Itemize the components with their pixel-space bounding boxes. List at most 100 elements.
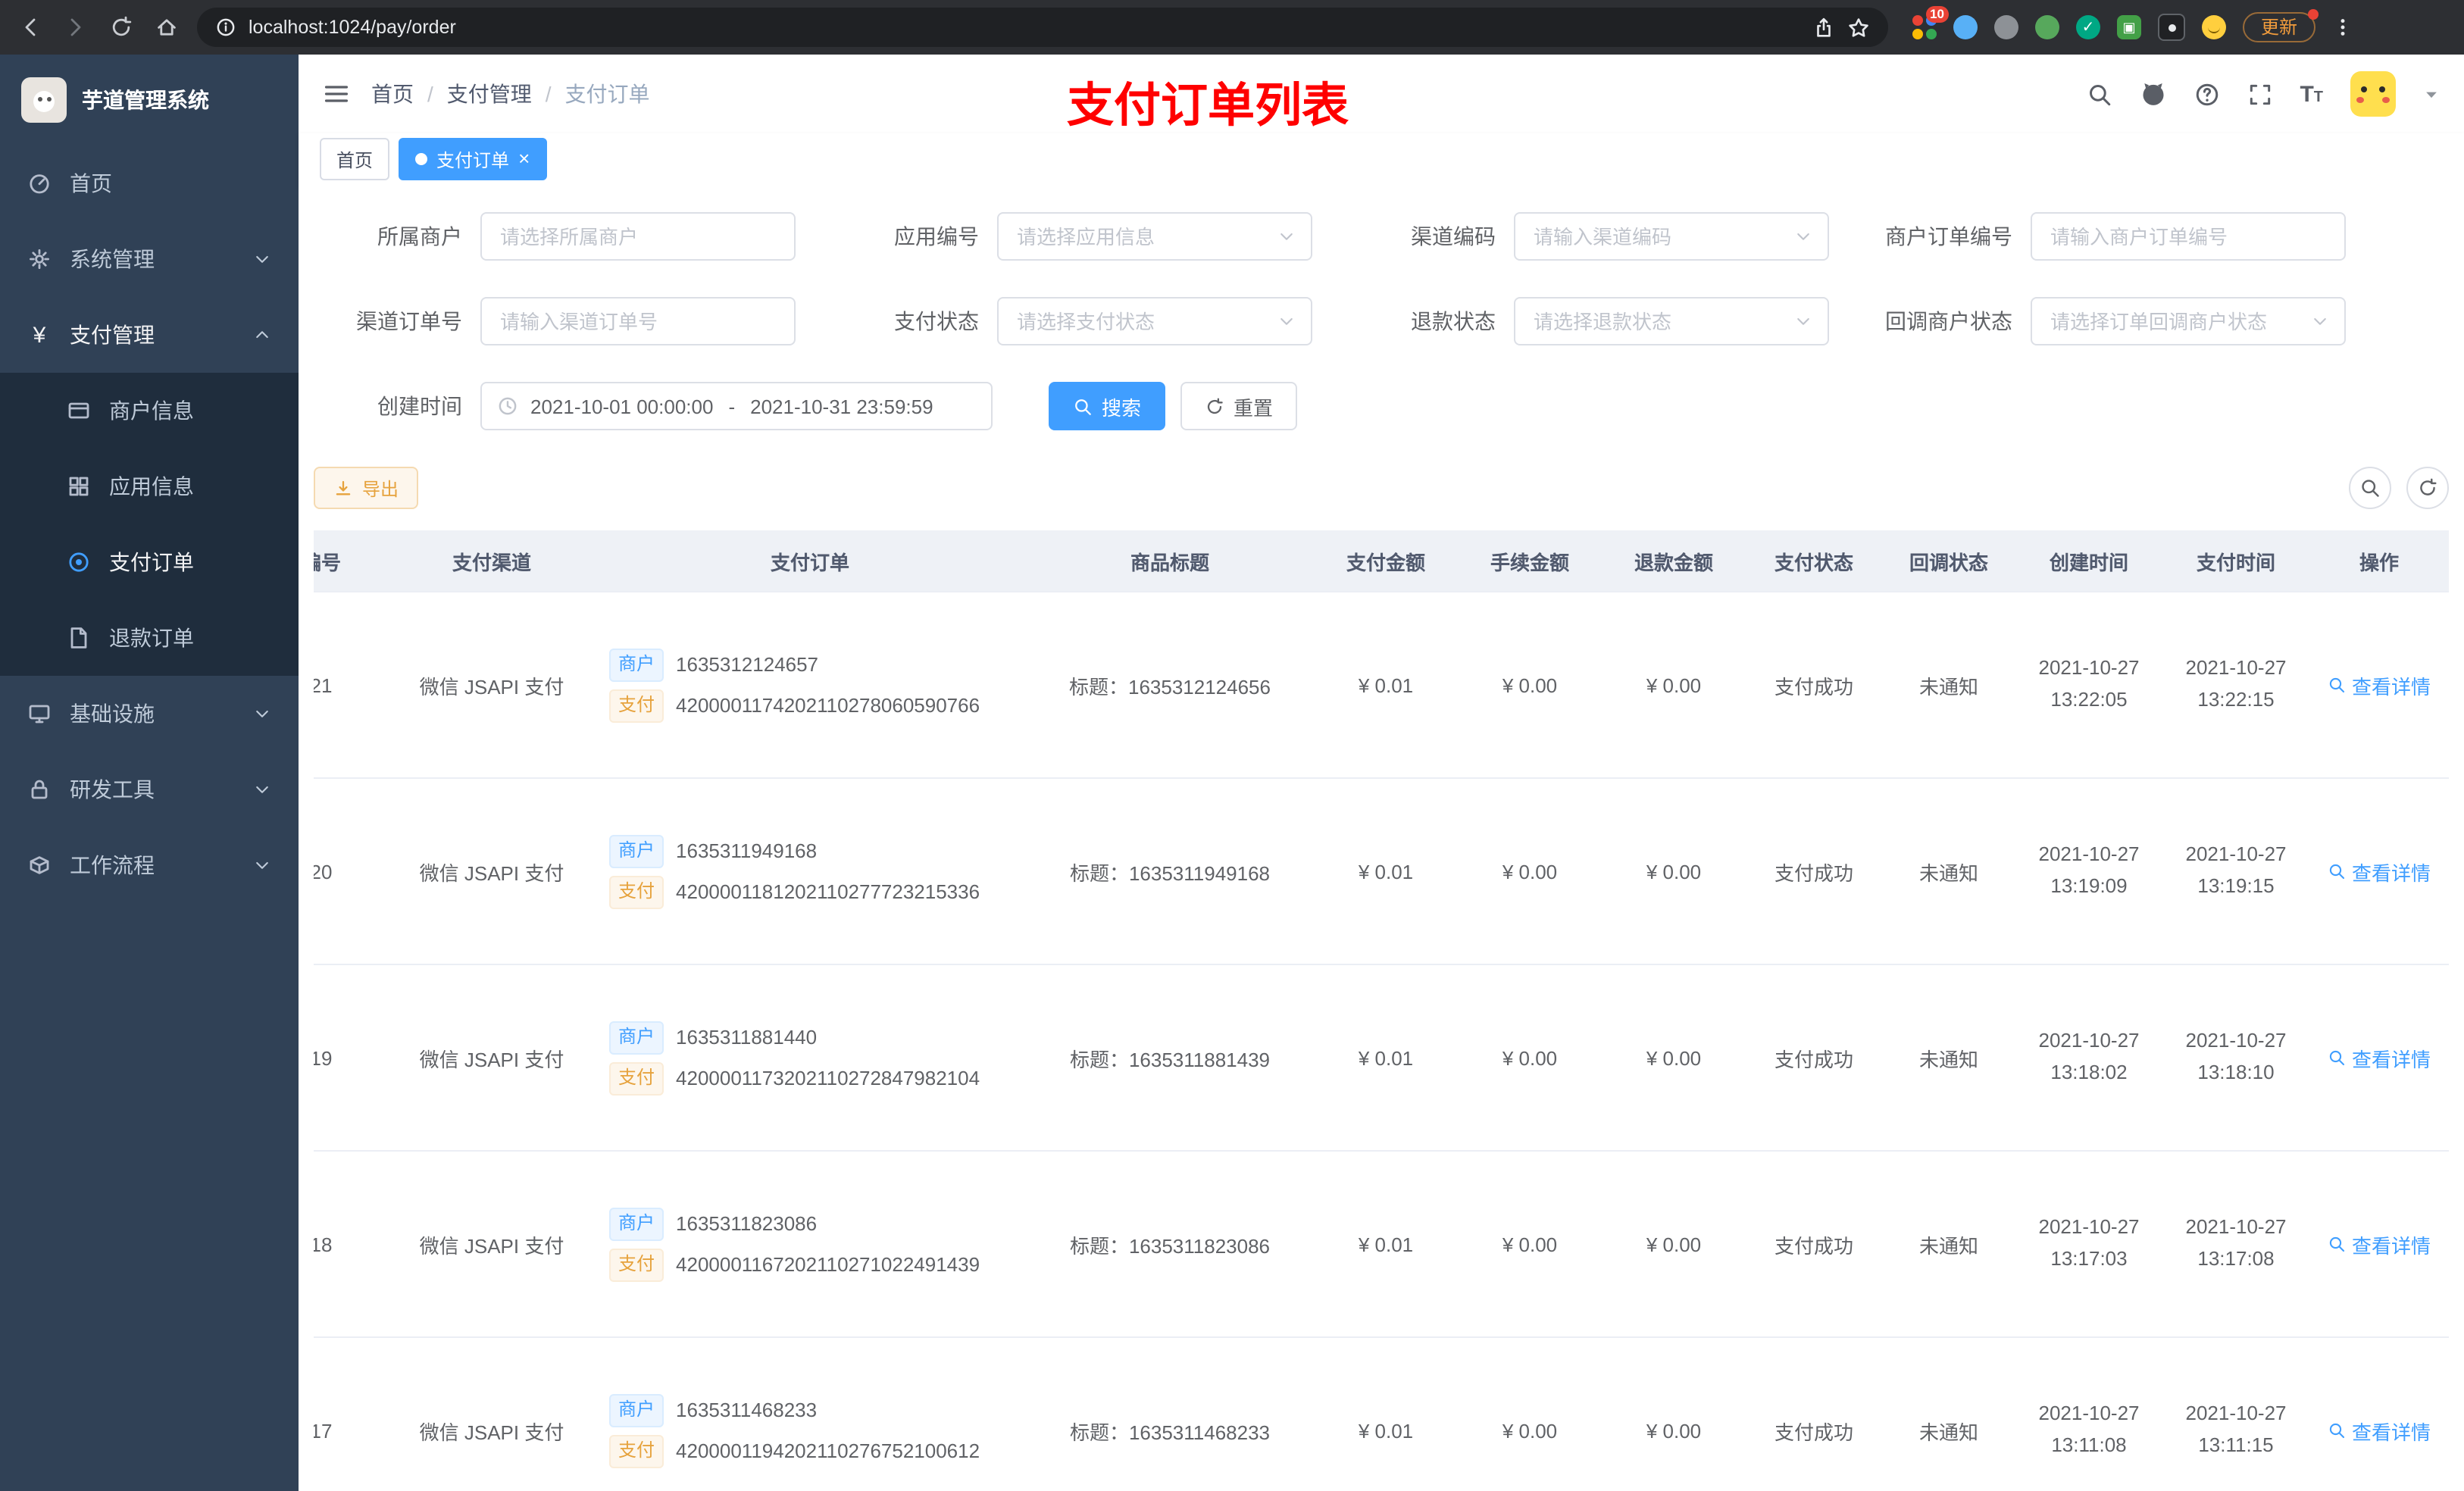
- sidebar-item-merchant-info[interactable]: 商户信息: [0, 373, 299, 449]
- hamburger-icon[interactable]: [323, 80, 350, 108]
- forward-icon[interactable]: [64, 15, 88, 39]
- gray-extension-icon[interactable]: [1994, 15, 2018, 39]
- drop-extension-icon[interactable]: [1953, 15, 1978, 39]
- sidebar-item-app-info[interactable]: 应用信息: [0, 449, 299, 524]
- home-icon[interactable]: [155, 15, 179, 39]
- bookmark-star-icon[interactable]: [1847, 16, 1870, 39]
- refresh-table-button[interactable]: [2406, 467, 2449, 509]
- reload-icon[interactable]: [109, 15, 133, 39]
- tab-pay-order[interactable]: 支付订单: [399, 138, 547, 180]
- channel-code-input[interactable]: [1531, 223, 1785, 249]
- sidebar-item-system[interactable]: 系统管理: [0, 221, 299, 297]
- search-button[interactable]: 搜索: [1049, 382, 1166, 430]
- merchant-select[interactable]: [480, 212, 796, 261]
- channel-order-no-field[interactable]: [480, 297, 796, 345]
- chevron-down-icon: [253, 856, 271, 874]
- merchant-order-no-field[interactable]: [2031, 212, 2346, 261]
- emoji-extension-icon[interactable]: [2202, 15, 2226, 39]
- pay-status-input[interactable]: [1014, 308, 1268, 334]
- merchant-order-line: 商户 1635311468233: [609, 1393, 1017, 1427]
- main-content: 所属商户 应用编号 渠道编码 商户订单编号: [299, 185, 2464, 1491]
- back-icon[interactable]: [18, 15, 42, 39]
- view-detail-link[interactable]: 查看详情: [2328, 1043, 2431, 1072]
- sidebar-item-workflow[interactable]: 工作流程: [0, 827, 299, 903]
- cell-actions: 查看详情: [2309, 1151, 2449, 1338]
- close-icon[interactable]: [518, 148, 530, 170]
- refund-status-select[interactable]: [1514, 297, 1829, 345]
- app-input[interactable]: [1014, 223, 1268, 249]
- green-extension-icon[interactable]: [2035, 15, 2059, 39]
- tab-label: 支付订单: [436, 149, 510, 170]
- channel-code-select[interactable]: [1514, 212, 1829, 261]
- pay-order-line: 支付 4200001173202110272847982104: [609, 1061, 1017, 1095]
- notify-status-select[interactable]: [2031, 297, 2346, 345]
- view-detail-link[interactable]: 查看详情: [2328, 1416, 2431, 1445]
- pin-extension-icon[interactable]: [2158, 14, 2185, 41]
- site-info-icon[interactable]: [215, 17, 236, 38]
- address-bar[interactable]: localhost:1024/pay/order: [197, 8, 1888, 47]
- filter-label: 回调商户状态: [1885, 309, 2012, 333]
- notify-status-input[interactable]: [2047, 308, 2302, 334]
- refund-status-input[interactable]: [1531, 308, 1785, 334]
- breadcrumb-payment[interactable]: 支付管理: [447, 79, 532, 109]
- sidebar-item-refund-order[interactable]: 退款订单: [0, 600, 299, 676]
- cell-pay-status: 支付成功: [1746, 778, 1882, 965]
- header-row: 编号 支付渠道 支付订单 商品标题 支付金额 手续金额 退款金额 支付状态 回调…: [314, 530, 2449, 592]
- font-size-icon[interactable]: TT: [2300, 83, 2323, 105]
- monitor-icon: [27, 702, 52, 726]
- sidebar-item-payment[interactable]: ¥ 支付管理: [0, 297, 299, 373]
- sidebar-item-dev-tools[interactable]: 研发工具: [0, 752, 299, 827]
- pay-status-select[interactable]: [997, 297, 1312, 345]
- date-range-picker[interactable]: 2021-10-01 00:00:00 - 2021-10-31 23:59:5…: [480, 382, 993, 430]
- cell-channel: 微信 JSAPI 支付: [389, 1151, 594, 1338]
- filter-pay-status: 支付状态: [830, 297, 1312, 345]
- caret-down-icon[interactable]: [2423, 86, 2440, 102]
- pay-tag: 支付: [609, 1248, 664, 1281]
- browser-menu-icon[interactable]: [2332, 17, 2353, 38]
- merchant-order-no: 1635311823086: [676, 1212, 818, 1235]
- search-icon: [2328, 1421, 2346, 1439]
- reset-button[interactable]: 重置: [1180, 382, 1298, 430]
- check-extension-icon[interactable]: ✓: [2076, 15, 2100, 39]
- chevron-down-icon: [253, 780, 271, 799]
- breadcrumb-home[interactable]: 首页: [371, 79, 414, 109]
- view-detail-link[interactable]: 查看详情: [2328, 1230, 2431, 1258]
- sidebar-item-home[interactable]: 首页: [0, 145, 299, 221]
- url-text[interactable]: localhost:1024/pay/order: [249, 17, 1800, 38]
- merchant-order-no-input[interactable]: [2047, 223, 2329, 249]
- export-button[interactable]: 导出: [314, 467, 419, 509]
- browser-update-label: 更新: [2261, 17, 2298, 38]
- app-title: 芋道管理系统: [82, 88, 209, 112]
- sidebar-item-pay-order[interactable]: 支付订单: [0, 524, 299, 600]
- app-select[interactable]: [997, 212, 1312, 261]
- extension-grid-icon[interactable]: 10: [1912, 6, 1949, 39]
- github-icon[interactable]: [2139, 80, 2166, 108]
- avatar[interactable]: [2350, 71, 2396, 117]
- tab-home[interactable]: 首页: [320, 138, 390, 180]
- help-icon[interactable]: [2194, 81, 2219, 107]
- search-toggle-button[interactable]: [2349, 467, 2391, 509]
- fullscreen-icon[interactable]: [2247, 81, 2272, 107]
- merchant-order-line: 商户 1635311881440: [609, 1021, 1017, 1054]
- merchant-input[interactable]: [497, 223, 779, 249]
- search-icon: [2328, 862, 2346, 880]
- merchant-tag: 商户: [609, 1207, 664, 1240]
- date-start[interactable]: 2021-10-01 00:00:00: [530, 395, 713, 417]
- app-logo[interactable]: 芋道管理系统: [0, 55, 299, 145]
- chat-extension-icon[interactable]: ▣: [2117, 15, 2141, 39]
- view-detail-link[interactable]: 查看详情: [2328, 670, 2431, 699]
- date-end[interactable]: 2021-10-31 23:59:59: [750, 395, 933, 417]
- search-icon[interactable]: [2086, 81, 2112, 107]
- view-detail-label: 查看详情: [2351, 1234, 2431, 1257]
- sidebar-item-infra[interactable]: 基础设施: [0, 676, 299, 752]
- pay-order-no: 4200001174202110278060590766: [676, 694, 980, 717]
- cell-channel: 微信 JSAPI 支付: [389, 964, 594, 1152]
- cell-order: 商户 1635312124657 支付 42000011742021102780…: [594, 592, 1026, 779]
- browser-update-button[interactable]: 更新: [2243, 9, 2319, 42]
- cell-actions: 查看详情: [2309, 964, 2449, 1152]
- filter-label: 所属商户: [377, 224, 462, 248]
- share-icon[interactable]: [1812, 16, 1835, 39]
- view-detail-link[interactable]: 查看详情: [2328, 857, 2431, 886]
- cell-create-time: 2021-10-27 13:18:02: [2015, 964, 2162, 1152]
- channel-order-no-input[interactable]: [497, 308, 779, 334]
